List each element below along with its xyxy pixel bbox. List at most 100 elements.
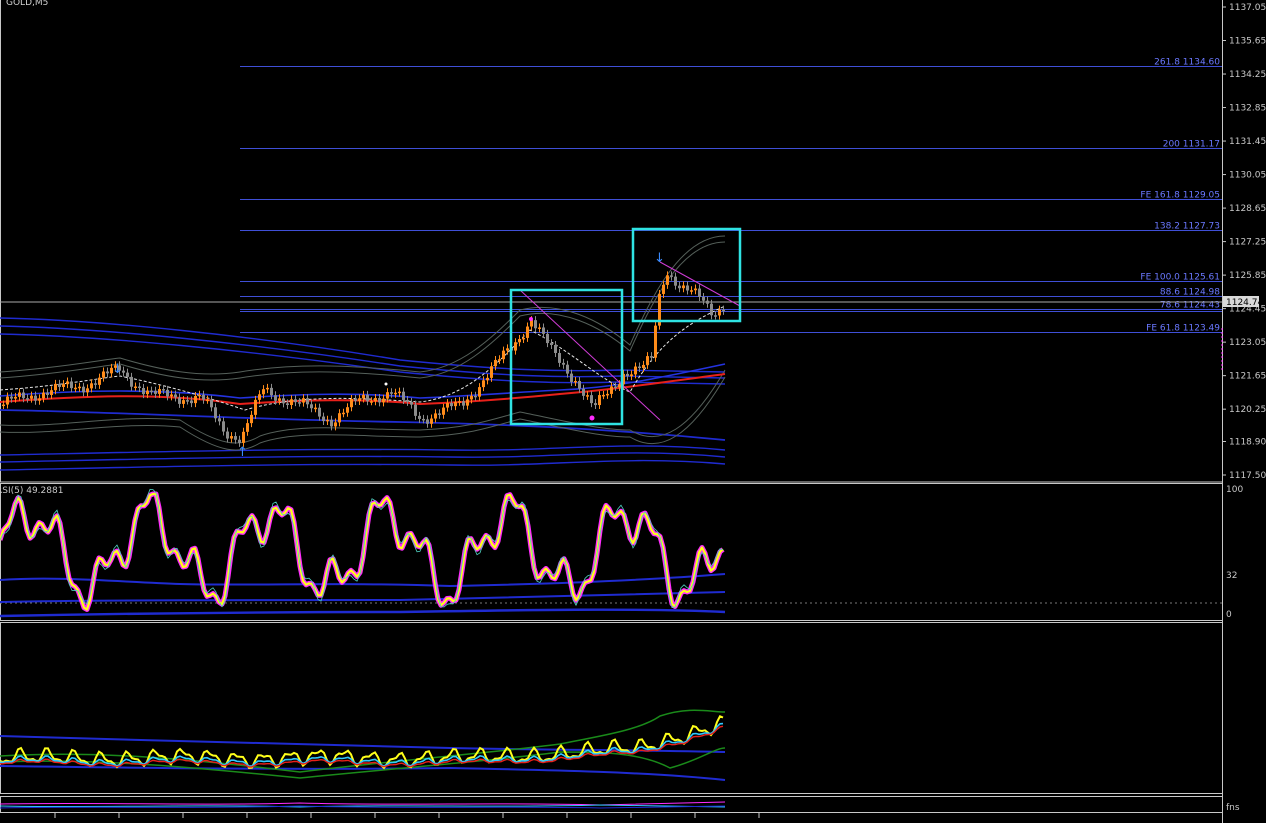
trendlines [519,261,741,421]
candle-body [666,275,669,285]
candle-body [158,389,161,394]
candle-body [106,371,109,374]
candle-body [66,381,69,385]
candle-body [570,373,573,382]
candle-body [174,394,177,398]
current-price-tag: 1124.74 [1226,298,1263,308]
candle-body [142,387,145,395]
candle-body [634,366,637,375]
price-axis[interactable]: 1137.05 1135.65 1134.25 1132.85 1131.45 1130.… [1222,3,1266,481]
price-tick-label: 1130.05 [1229,171,1266,181]
candle-body [546,333,549,344]
candle-body [690,290,693,292]
oscillator-bands [0,709,726,781]
candle-body [542,327,545,334]
red-moving-average [0,373,726,406]
candle-body [46,392,49,395]
candle-body [430,418,433,424]
candle-body [42,392,45,399]
candle-body [646,356,649,365]
fib-level-label: FE 100.0 1125.61 [1140,273,1220,283]
candle-body [74,387,77,390]
price-tick-label: 1123.05 [1229,338,1266,348]
candle-body [506,348,509,351]
candle-body [242,431,245,443]
candle-body [366,394,369,402]
candle-body [138,386,141,389]
fibonacci-levels[interactable]: 261.8 1134.60 200 1131.17 FE 161.8 1129.05… [240,58,1222,334]
price-tick-label: 1125.85 [1229,271,1266,281]
candle-body [2,404,5,407]
candle-body [686,285,689,291]
candle-body [134,386,137,389]
candle-body [494,359,497,367]
candle-body [318,407,321,417]
candle-body [354,398,357,402]
candle-body [14,396,17,399]
candle-body [650,356,653,358]
rsi-signal-line [0,488,724,609]
candle-body [642,364,645,369]
candle-body [370,401,373,403]
candle-body [226,431,229,439]
candle-body [382,398,385,403]
candle-body [266,387,269,390]
candle-body [154,390,157,394]
candle-body [78,386,81,389]
candle-body [582,388,585,396]
candle-body [342,412,345,415]
candle-body [538,327,541,329]
candle-body [426,419,429,424]
candle-body [326,419,329,422]
candle-body [598,395,601,406]
oscillator-yellow-line [0,715,724,770]
candle-body [10,396,13,399]
chart-mode-icon: ⁊ [0,0,2,8]
candle-body [498,359,501,361]
candle-body [454,401,457,407]
candle-body [270,387,273,396]
candle-body [214,407,217,419]
candle-body [470,395,473,400]
candle-body [302,398,305,403]
price-tick-label: 1134.25 [1229,70,1266,80]
arrow-up-icon: ↑ [237,445,248,460]
candle-body [562,362,565,365]
candle-body [402,391,405,400]
candle-body [418,415,421,419]
candle-body [262,389,265,395]
price-tick-label: 1120.25 [1229,405,1266,415]
candle-body [202,394,205,400]
panel-frames [0,0,1223,823]
candle-body [198,394,201,397]
candle-body [722,309,725,312]
candle-body [126,372,129,377]
candle-body [474,395,477,398]
time-axis [54,813,760,818]
price-chart-canvas[interactable]: ⁊ GOLD,M5 1137.051135.651134.251132.8511… [0,0,1266,823]
candle-body [518,339,521,343]
candle-body [486,377,489,381]
candle-body [434,413,437,419]
candle-body [94,383,97,385]
candle-body [238,439,241,443]
dot-marker-icon [529,317,533,321]
candle-body [282,398,285,404]
fib-level-label: 200 1131.17 [1163,140,1220,150]
candle-body [534,320,537,329]
candle-body [310,404,313,409]
candle-body [38,398,41,401]
candle-body [522,337,525,340]
candle-body [458,401,461,403]
candle-body [82,386,85,393]
fib-level-label: FE 161.8 1129.05 [1140,191,1220,201]
candle-body [90,383,93,389]
candle-body [258,394,261,400]
candle-body [694,288,697,291]
candle-body [550,343,553,345]
bottom-indicator-strip [0,801,726,809]
candle-body [166,389,169,397]
candle-body [102,371,105,378]
candle-body [614,386,617,388]
candle-body [250,414,253,424]
